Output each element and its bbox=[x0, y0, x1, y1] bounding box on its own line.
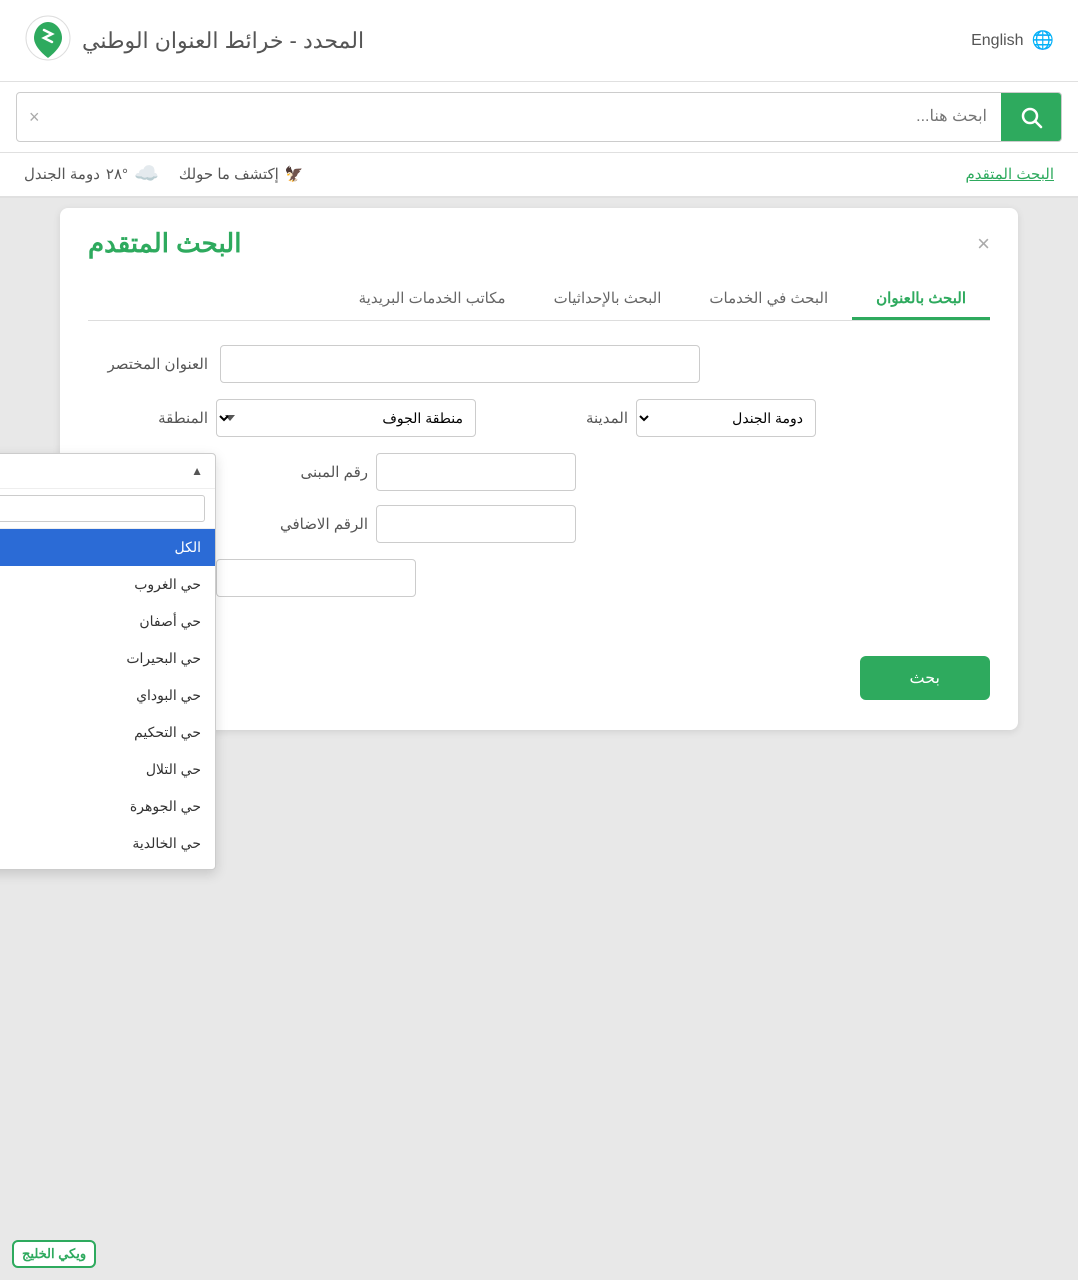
region-select[interactable]: منطقة الجوف bbox=[216, 399, 476, 437]
dropdown-item-daanah[interactable]: حي الدانة bbox=[0, 862, 215, 869]
building-group: رقم المبنى الرقم الاضافي bbox=[248, 453, 576, 543]
district-building-row: رقم المبنى الرقم الاضافي ▲ الكل bbox=[88, 453, 990, 543]
header: 🌐 English المحدد - خرائط العنوان الوطني bbox=[0, 0, 1078, 82]
language-label: English bbox=[971, 32, 1023, 50]
advanced-search-panel: × البحث المتقدم البحث بالعنوان البحث في … bbox=[60, 208, 1018, 730]
tab-by-address[interactable]: البحث بالعنوان bbox=[852, 279, 990, 320]
short-address-input[interactable] bbox=[220, 345, 700, 383]
short-address-label: العنوان المختصر bbox=[88, 355, 208, 373]
globe-icon: 🌐 bbox=[1032, 30, 1054, 51]
app-title: المحدد - خرائط العنوان الوطني bbox=[82, 28, 364, 54]
dropdown-item-tilal[interactable]: حي التلال bbox=[0, 751, 215, 788]
additional-input[interactable] bbox=[376, 505, 576, 543]
panel-header: × البحث المتقدم bbox=[88, 228, 990, 259]
panel-title: البحث المتقدم bbox=[88, 228, 241, 259]
short-address-row: العنوان المختصر bbox=[88, 345, 990, 383]
search-bar: × bbox=[16, 92, 1062, 142]
dropdown-item-jawharah[interactable]: حي الجوهرة bbox=[0, 788, 215, 825]
city-select[interactable]: دومة الجندل bbox=[636, 399, 816, 437]
panel-close-button[interactable]: × bbox=[977, 231, 990, 257]
region-group: منطقة الجوف المنطقة bbox=[88, 399, 476, 437]
weather-widget: ☁️ °٢٨ دومة الجندل bbox=[24, 161, 159, 186]
search-button[interactable] bbox=[1001, 93, 1061, 141]
dropdown-item-buhayrat[interactable]: حي البحيرات bbox=[0, 640, 215, 677]
sub-header: البحث المتقدم 🦅 إكتشف ما حولك ☁️ °٢٨ دوم… bbox=[0, 153, 1078, 198]
explore-link[interactable]: 🦅 إكتشف ما حولك bbox=[179, 165, 304, 183]
building-input[interactable] bbox=[376, 453, 576, 491]
search-bar-container: × bbox=[0, 82, 1078, 153]
additional-label: الرقم الاضافي bbox=[248, 515, 368, 533]
map-fill-row: تعبئة من الخريطة bbox=[88, 613, 990, 630]
tab-postal-offices[interactable]: مكاتب الخدمات البريدية bbox=[335, 279, 530, 320]
region-city-row: دومة الجندل المدينة منطقة الجوف المنطقة bbox=[88, 399, 990, 437]
district-dropdown: ▲ الكل 🔍 الكل حي الغروب حي أصفان حي البح… bbox=[0, 453, 216, 870]
dropdown-item-ghroob[interactable]: حي الغروب bbox=[0, 566, 215, 603]
advanced-search-link[interactable]: البحث المتقدم bbox=[965, 165, 1054, 183]
dropdown-item-tahkeem[interactable]: حي التحكيم bbox=[0, 714, 215, 751]
search-action-row: بحث bbox=[88, 646, 990, 700]
tab-by-services[interactable]: البحث في الخدمات bbox=[685, 279, 852, 320]
building-label: رقم المبنى bbox=[248, 463, 368, 481]
search-tabs: البحث بالعنوان البحث في الخدمات البحث با… bbox=[88, 279, 990, 321]
region-label: المنطقة bbox=[88, 409, 208, 427]
temperature: °٢٨ bbox=[106, 165, 128, 183]
advanced-search-label: البحث المتقدم bbox=[965, 165, 1054, 183]
dropdown-search-input[interactable] bbox=[0, 495, 205, 522]
language-switcher[interactable]: 🌐 English bbox=[971, 30, 1054, 51]
district-group: ▲ الكل 🔍 الكل حي الغروب حي أصفان حي البح… bbox=[88, 453, 216, 471]
watermark: ويكي الخليج bbox=[12, 1240, 96, 1268]
search-action-button[interactable]: بحث bbox=[860, 656, 991, 700]
address-form: العنوان المختصر دومة الجندل المدينة منطق… bbox=[88, 345, 990, 700]
app-logo-icon bbox=[24, 14, 72, 67]
dropdown-item-all[interactable]: الكل bbox=[0, 529, 215, 566]
bird-icon: 🦅 bbox=[285, 165, 304, 183]
dropdown-search-row: 🔍 bbox=[0, 489, 215, 529]
search-input[interactable] bbox=[52, 96, 1001, 138]
dropdown-item-boodai[interactable]: حي البوداي bbox=[0, 677, 215, 714]
dropdown-item-khalidiya[interactable]: حي الخالدية bbox=[0, 825, 215, 862]
city-group: دومة الجندل المدينة bbox=[508, 399, 816, 437]
watermark-label: ويكي الخليج bbox=[22, 1246, 86, 1261]
app-brand: المحدد - خرائط العنوان الوطني bbox=[24, 14, 364, 67]
city-label: المدينة bbox=[508, 409, 628, 427]
cloud-icon: ☁️ bbox=[134, 161, 159, 186]
postal-input[interactable] bbox=[216, 559, 416, 597]
dropdown-item-asfan[interactable]: حي أصفان bbox=[0, 603, 215, 640]
current-location: دومة الجندل bbox=[24, 165, 100, 183]
dropdown-list: الكل حي الغروب حي أصفان حي البحيرات حي ا… bbox=[0, 529, 215, 869]
explore-label: إكتشف ما حولك bbox=[179, 165, 279, 183]
dropdown-arrow-icon: ▲ bbox=[191, 464, 203, 478]
dropdown-header-row[interactable]: ▲ الكل bbox=[0, 454, 215, 489]
tab-by-stats[interactable]: البحث بالإحداثيات bbox=[530, 279, 686, 320]
postal-street-row: الرمز البريدي bbox=[88, 559, 990, 597]
search-clear-button[interactable]: × bbox=[17, 107, 52, 128]
